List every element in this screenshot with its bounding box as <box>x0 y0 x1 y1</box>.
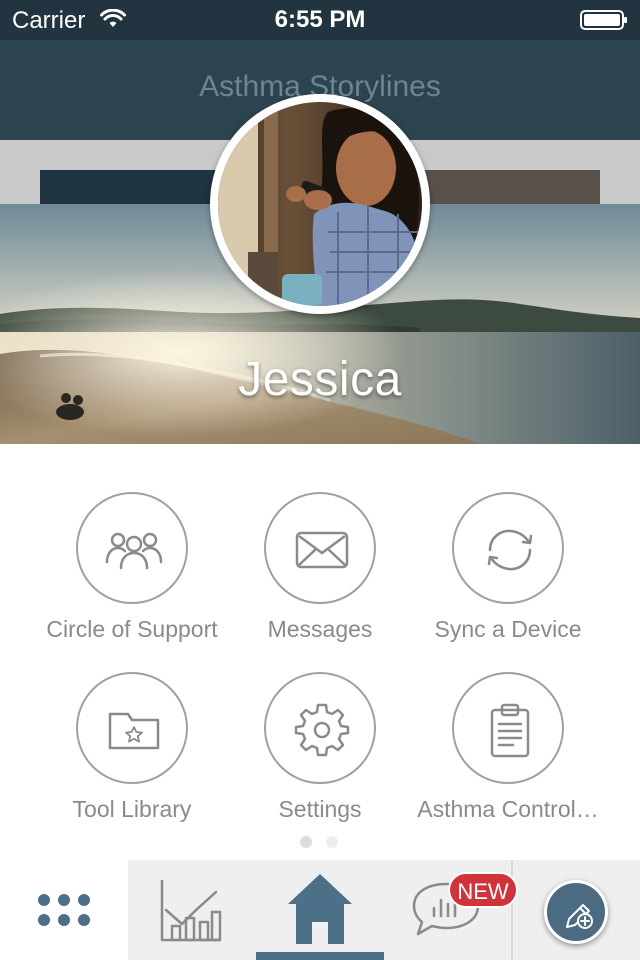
add-entry-button[interactable] <box>544 880 608 944</box>
page-dot-active[interactable] <box>300 836 312 848</box>
battery-icon <box>580 10 627 30</box>
menu-item-icon-circle <box>76 672 188 784</box>
menu-item-circle-of-support[interactable]: Circle of Support <box>32 492 232 652</box>
menu-item-messages[interactable]: Messages <box>220 492 420 652</box>
gear-icon <box>294 703 350 757</box>
menu-item-tool-library[interactable]: Tool Library <box>32 672 232 832</box>
page-dot[interactable] <box>326 836 338 848</box>
menu-item-icon-circle <box>264 492 376 604</box>
menu-item-icon-circle <box>452 492 564 604</box>
tab-active-indicator <box>256 952 384 960</box>
profile-name: Jessica <box>238 353 402 406</box>
tab-charts[interactable] <box>128 860 256 960</box>
avatar-photo <box>218 102 422 306</box>
pencil-plus-icon <box>566 904 593 929</box>
menu-item-label: Messages <box>267 616 373 642</box>
sync-icon <box>487 529 533 571</box>
menu-item-settings[interactable]: Settings <box>220 672 420 832</box>
menu-item-label: Sync a Device <box>434 616 582 642</box>
menu-item-sync-a-device[interactable]: Sync a Device <box>408 492 608 652</box>
menu-item-label: Circle of Support <box>46 616 218 642</box>
home-icon <box>288 874 352 944</box>
clipboard-icon <box>490 703 530 758</box>
envelope-icon <box>295 531 349 569</box>
new-badge: NEW <box>448 872 518 908</box>
menu-item-icon-circle <box>76 492 188 604</box>
bar-chart-icon <box>160 880 222 942</box>
menu-item-icon-circle <box>264 672 376 784</box>
people-icon <box>105 532 163 570</box>
tab-menu[interactable] <box>0 860 128 960</box>
menu-item-asthma-control[interactable]: Asthma Control… <box>408 672 608 832</box>
folder-star-icon <box>108 712 160 750</box>
status-time: 6:55 PM <box>274 6 366 33</box>
menu-item-icon-circle <box>452 672 564 784</box>
screen: Carrier 6:55 PM Asthma Storylines Jessic… <box>0 0 640 960</box>
dots-grid-icon <box>38 894 90 926</box>
menu-item-label: Tool Library <box>72 796 192 822</box>
menu-item-label: Settings <box>278 796 362 822</box>
status-bar: Carrier 6:55 PM <box>0 0 640 40</box>
page-indicator[interactable] <box>300 836 340 848</box>
avatar[interactable] <box>210 94 430 314</box>
tab-home[interactable] <box>256 860 384 960</box>
menu-item-label: Asthma Control… <box>417 796 599 822</box>
